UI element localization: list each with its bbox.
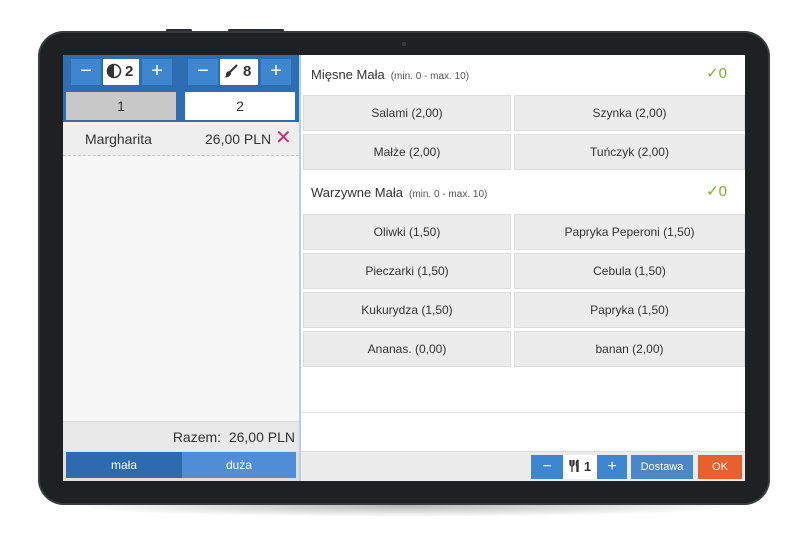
section-title: Mięsne Mała (min. 0 - max. 10) [311, 67, 469, 82]
section-range: (min. 0 - max. 10) [408, 189, 488, 200]
section-header-vegetables: Warzywne Mała (min. 0 - max. 10) ✓0 [301, 173, 745, 211]
option-papryka-peperoni-button[interactable]: Papryka Peperoni (1,50) [514, 214, 745, 250]
total-value: 26,00 PLN [228, 429, 295, 445]
remove-item-icon[interactable]: ✕ [275, 127, 292, 149]
option-kukurydza-button[interactable]: Kukurydza (1,50) [303, 292, 511, 328]
size-small-button[interactable]: mała [66, 452, 182, 478]
option-szynka-button[interactable]: Szynka (2,00) [514, 95, 745, 131]
section-count: ✓0 [706, 183, 727, 200]
delivery-button[interactable]: Dostawa [631, 455, 693, 479]
size-selector: mała duża [63, 451, 299, 481]
option-malze-button[interactable]: Małże (2,00) [303, 134, 511, 170]
order-item-name: Margharita [85, 131, 152, 147]
section-title: Warzywne Mała (min. 0 - max. 10) [311, 185, 487, 200]
option-ananas-button[interactable]: Ananas. (0,00) [303, 331, 511, 367]
table-counter: 8 [220, 59, 258, 85]
course-tabs: 1 2 [63, 90, 299, 122]
counters-bar: − 2 + − 8 + [63, 55, 299, 90]
table-increase-button[interactable]: + [261, 59, 291, 85]
order-panel: − 2 + − 8 + 1 2 Margharita 26,00 PLN ✕ R… [63, 55, 301, 481]
total-text: Razem: 26,00 PLN [173, 429, 295, 445]
order-item-row[interactable]: Margharita 26,00 PLN ✕ [63, 123, 299, 156]
order-item-price: 26,00 PLN [205, 131, 272, 147]
quantity-increase-button[interactable]: + [597, 455, 627, 479]
section-header-meat: Mięsne Mała (min. 0 - max. 10) ✓0 [301, 55, 745, 93]
guests-count: 2 [125, 63, 134, 80]
camera-icon [402, 42, 406, 46]
option-salami-button[interactable]: Salami (2,00) [303, 95, 511, 131]
table-decrease-button[interactable]: − [188, 59, 218, 85]
ok-button[interactable]: OK [698, 455, 742, 479]
option-tunczyk-button[interactable]: Tuńczyk (2,00) [514, 134, 745, 170]
option-oliwki-button[interactable]: Oliwki (1,50) [303, 214, 511, 250]
option-pieczarki-button[interactable]: Pieczarki (1,50) [303, 253, 511, 289]
section-count: ✓0 [706, 65, 727, 82]
quantity-stepper: 1 [563, 455, 597, 479]
guests-counter: 2 [103, 59, 139, 85]
tab-1[interactable]: 1 [66, 92, 176, 120]
option-banan-button[interactable]: banan (2,00) [514, 331, 745, 367]
guests-icon [106, 63, 122, 78]
section-range: (min. 0 - max. 10) [390, 71, 470, 82]
size-large-button[interactable]: duża [182, 452, 296, 478]
total-label: Razem: [172, 429, 222, 445]
option-papryka-button[interactable]: Papryka (1,50) [514, 292, 745, 328]
tab-2[interactable]: 2 [185, 92, 295, 120]
total-bar: Razem: 26,00 PLN [63, 421, 299, 452]
quantity-decrease-button[interactable]: − [531, 455, 563, 479]
quantity-value: 1 [583, 459, 592, 474]
section-title-text: Mięsne Mała [311, 67, 385, 82]
ingredients-panel: Mięsne Mała (min. 0 - max. 10) ✓0 Salami … [301, 55, 745, 481]
section-title-text: Warzywne Mała [311, 185, 403, 200]
guests-decrease-button[interactable]: − [71, 59, 101, 85]
option-cebula-button[interactable]: Cebula (1,50) [514, 253, 745, 289]
pos-screen: − 2 + − 8 + 1 2 Margharita 26,00 PLN ✕ R… [63, 55, 745, 481]
table-count: 8 [243, 63, 252, 80]
guests-increase-button[interactable]: + [142, 59, 172, 85]
action-bar: − 1 + Dostawa OK [301, 451, 745, 481]
cutlery-icon [569, 459, 579, 473]
brush-icon [224, 63, 238, 78]
divider [301, 412, 745, 413]
